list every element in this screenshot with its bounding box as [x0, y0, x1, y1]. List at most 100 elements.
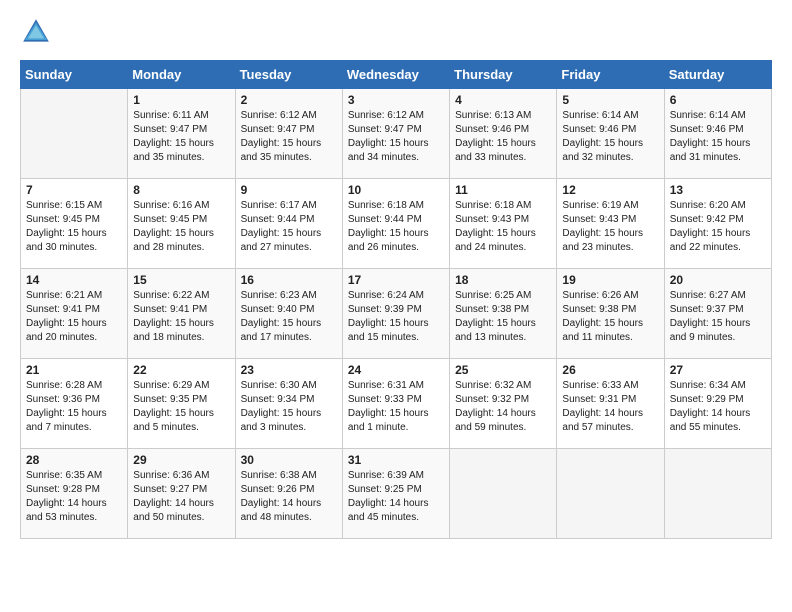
day-info: Sunrise: 6:32 AM Sunset: 9:32 PM Dayligh… [455, 379, 551, 435]
day-info: Sunrise: 6:29 AM Sunset: 9:35 PM Dayligh… [133, 379, 229, 435]
week-row-2: 7 Sunrise: 6:15 AM Sunset: 9:45 PM Daylig… [21, 179, 772, 269]
day-info: Sunrise: 6:21 AM Sunset: 9:41 PM Dayligh… [26, 289, 122, 345]
page: SundayMondayTuesdayWednesdayThursdayFrid… [0, 0, 792, 555]
day-number: 6 [670, 93, 766, 107]
day-number: 20 [670, 273, 766, 287]
calendar-cell: 10 Sunrise: 6:18 AM Sunset: 9:44 PM Dayli… [342, 179, 449, 269]
col-header-saturday: Saturday [664, 61, 771, 89]
day-number: 29 [133, 453, 229, 467]
day-number: 17 [348, 273, 444, 287]
day-info: Sunrise: 6:22 AM Sunset: 9:41 PM Dayligh… [133, 289, 229, 345]
day-number: 23 [241, 363, 337, 377]
day-info: Sunrise: 6:27 AM Sunset: 9:37 PM Dayligh… [670, 289, 766, 345]
day-number: 1 [133, 93, 229, 107]
day-number: 9 [241, 183, 337, 197]
calendar-cell: 21 Sunrise: 6:28 AM Sunset: 9:36 PM Dayli… [21, 359, 128, 449]
day-number: 19 [562, 273, 658, 287]
day-number: 27 [670, 363, 766, 377]
calendar-cell: 8 Sunrise: 6:16 AM Sunset: 9:45 PM Daylig… [128, 179, 235, 269]
day-info: Sunrise: 6:31 AM Sunset: 9:33 PM Dayligh… [348, 379, 444, 435]
calendar-cell: 31Sunrise: 6:39 AM Sunset: 9:25 PM Dayli… [342, 449, 449, 539]
calendar-cell [450, 449, 557, 539]
calendar-cell [21, 89, 128, 179]
calendar-cell: 13 Sunrise: 6:20 AM Sunset: 9:42 PM Dayli… [664, 179, 771, 269]
day-info: Sunrise: 6:38 AM Sunset: 9:26 PM Dayligh… [241, 469, 337, 525]
day-number: 30 [241, 453, 337, 467]
day-number: 21 [26, 363, 122, 377]
calendar-cell: 20 Sunrise: 6:27 AM Sunset: 9:37 PM Dayli… [664, 269, 771, 359]
calendar-cell: 23 Sunrise: 6:30 AM Sunset: 9:34 PM Dayli… [235, 359, 342, 449]
day-number: 11 [455, 183, 551, 197]
day-number: 26 [562, 363, 658, 377]
day-number: 8 [133, 183, 229, 197]
col-header-sunday: Sunday [21, 61, 128, 89]
day-info: Sunrise: 6:30 AM Sunset: 9:34 PM Dayligh… [241, 379, 337, 435]
day-number: 4 [455, 93, 551, 107]
day-number: 22 [133, 363, 229, 377]
day-number: 2 [241, 93, 337, 107]
day-info: Sunrise: 6:11 AM Sunset: 9:47 PM Dayligh… [133, 109, 229, 165]
day-info: Sunrise: 6:36 AM Sunset: 9:27 PM Dayligh… [133, 469, 229, 525]
logo-icon [20, 16, 52, 48]
day-number: 25 [455, 363, 551, 377]
col-header-monday: Monday [128, 61, 235, 89]
week-row-1: 1 Sunrise: 6:11 AM Sunset: 9:47 PM Daylig… [21, 89, 772, 179]
calendar-table: SundayMondayTuesdayWednesdayThursdayFrid… [20, 60, 772, 539]
day-number: 13 [670, 183, 766, 197]
day-info: Sunrise: 6:35 AM Sunset: 9:28 PM Dayligh… [26, 469, 122, 525]
day-info: Sunrise: 6:12 AM Sunset: 9:47 PM Dayligh… [348, 109, 444, 165]
calendar-cell: 12Sunrise: 6:19 AM Sunset: 9:43 PM Dayli… [557, 179, 664, 269]
calendar-cell: 29 Sunrise: 6:36 AM Sunset: 9:27 PM Dayli… [128, 449, 235, 539]
calendar-cell: 17Sunrise: 6:24 AM Sunset: 9:39 PM Dayli… [342, 269, 449, 359]
day-number: 14 [26, 273, 122, 287]
logo [20, 16, 54, 48]
calendar-cell: 9 Sunrise: 6:17 AM Sunset: 9:44 PM Daylig… [235, 179, 342, 269]
header [20, 16, 772, 48]
calendar-cell: 28 Sunrise: 6:35 AM Sunset: 9:28 PM Dayli… [21, 449, 128, 539]
calendar-cell: 2 Sunrise: 6:12 AM Sunset: 9:47 PM Daylig… [235, 89, 342, 179]
day-number: 18 [455, 273, 551, 287]
day-number: 15 [133, 273, 229, 287]
calendar-cell [664, 449, 771, 539]
day-info: Sunrise: 6:20 AM Sunset: 9:42 PM Dayligh… [670, 199, 766, 255]
day-number: 7 [26, 183, 122, 197]
day-info: Sunrise: 6:18 AM Sunset: 9:44 PM Dayligh… [348, 199, 444, 255]
day-info: Sunrise: 6:33 AM Sunset: 9:31 PM Dayligh… [562, 379, 658, 435]
day-info: Sunrise: 6:19 AM Sunset: 9:43 PM Dayligh… [562, 199, 658, 255]
day-number: 10 [348, 183, 444, 197]
calendar-cell: 6 Sunrise: 6:14 AM Sunset: 9:46 PM Daylig… [664, 89, 771, 179]
day-info: Sunrise: 6:23 AM Sunset: 9:40 PM Dayligh… [241, 289, 337, 345]
day-info: Sunrise: 6:18 AM Sunset: 9:43 PM Dayligh… [455, 199, 551, 255]
day-info: Sunrise: 6:13 AM Sunset: 9:46 PM Dayligh… [455, 109, 551, 165]
day-info: Sunrise: 6:15 AM Sunset: 9:45 PM Dayligh… [26, 199, 122, 255]
calendar-cell: 15 Sunrise: 6:22 AM Sunset: 9:41 PM Dayli… [128, 269, 235, 359]
day-info: Sunrise: 6:34 AM Sunset: 9:29 PM Dayligh… [670, 379, 766, 435]
day-number: 3 [348, 93, 444, 107]
day-info: Sunrise: 6:12 AM Sunset: 9:47 PM Dayligh… [241, 109, 337, 165]
week-row-5: 28 Sunrise: 6:35 AM Sunset: 9:28 PM Dayli… [21, 449, 772, 539]
week-row-4: 21 Sunrise: 6:28 AM Sunset: 9:36 PM Dayli… [21, 359, 772, 449]
calendar-cell: 24Sunrise: 6:31 AM Sunset: 9:33 PM Dayli… [342, 359, 449, 449]
calendar-cell: 30 Sunrise: 6:38 AM Sunset: 9:26 PM Dayli… [235, 449, 342, 539]
calendar-cell [557, 449, 664, 539]
calendar-cell: 4 Sunrise: 6:13 AM Sunset: 9:46 PM Daylig… [450, 89, 557, 179]
day-info: Sunrise: 6:16 AM Sunset: 9:45 PM Dayligh… [133, 199, 229, 255]
day-info: Sunrise: 6:14 AM Sunset: 9:46 PM Dayligh… [562, 109, 658, 165]
calendar-body: 1 Sunrise: 6:11 AM Sunset: 9:47 PM Daylig… [21, 89, 772, 539]
calendar-cell: 22 Sunrise: 6:29 AM Sunset: 9:35 PM Dayli… [128, 359, 235, 449]
calendar-cell: 26 Sunrise: 6:33 AM Sunset: 9:31 PM Dayli… [557, 359, 664, 449]
calendar-cell: 25 Sunrise: 6:32 AM Sunset: 9:32 PM Dayli… [450, 359, 557, 449]
col-header-tuesday: Tuesday [235, 61, 342, 89]
calendar-cell: 11 Sunrise: 6:18 AM Sunset: 9:43 PM Dayli… [450, 179, 557, 269]
calendar-cell: 19Sunrise: 6:26 AM Sunset: 9:38 PM Dayli… [557, 269, 664, 359]
day-info: Sunrise: 6:14 AM Sunset: 9:46 PM Dayligh… [670, 109, 766, 165]
day-info: Sunrise: 6:17 AM Sunset: 9:44 PM Dayligh… [241, 199, 337, 255]
day-info: Sunrise: 6:28 AM Sunset: 9:36 PM Dayligh… [26, 379, 122, 435]
col-header-friday: Friday [557, 61, 664, 89]
calendar-cell: 14 Sunrise: 6:21 AM Sunset: 9:41 PM Dayli… [21, 269, 128, 359]
day-number: 5 [562, 93, 658, 107]
calendar-cell: 18 Sunrise: 6:25 AM Sunset: 9:38 PM Dayli… [450, 269, 557, 359]
day-number: 28 [26, 453, 122, 467]
day-info: Sunrise: 6:25 AM Sunset: 9:38 PM Dayligh… [455, 289, 551, 345]
day-number: 16 [241, 273, 337, 287]
